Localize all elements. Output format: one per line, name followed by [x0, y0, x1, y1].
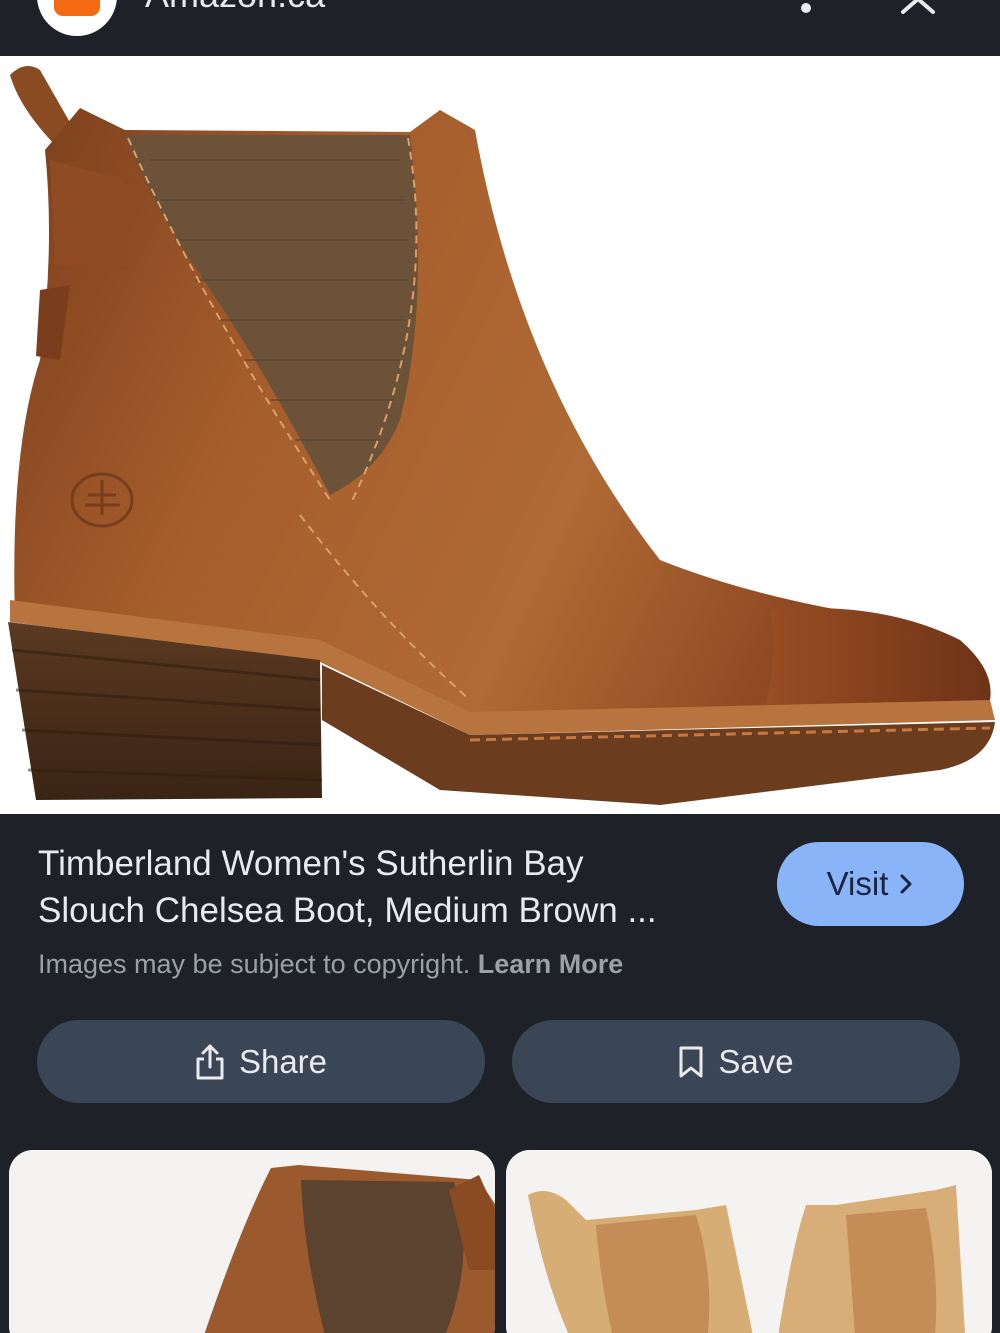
top-bar: Amazon.ca	[0, 0, 1000, 56]
product-image[interactable]	[0, 56, 1000, 814]
related-boot-image	[9, 1150, 495, 1333]
visit-label: Visit	[826, 865, 889, 902]
related-boot-image	[506, 1150, 992, 1333]
image-viewer: Amazon.ca	[0, 0, 1000, 1333]
share-icon	[195, 1043, 225, 1081]
boot-illustration	[0, 56, 1000, 814]
share-label: Share	[238, 1042, 328, 1080]
bookmark-icon	[678, 1045, 704, 1079]
result-title-line-1: Timberland Women's Sutherlin Bay	[38, 844, 584, 883]
result-title[interactable]: Timberland Women's Sutherlin Bay Slouch …	[38, 840, 738, 934]
share-button[interactable]: Share	[37, 1020, 485, 1103]
save-button[interactable]: Save	[512, 1020, 960, 1103]
learn-more-link[interactable]: Learn More	[478, 949, 624, 979]
visit-button[interactable]: Visit	[777, 842, 964, 926]
close-icon[interactable]	[897, 0, 939, 16]
amazon-favicon-icon	[54, 0, 100, 16]
save-label: Save	[718, 1042, 794, 1080]
chevron-right-icon	[900, 874, 912, 894]
copyright-notice: Images may be subject to copyright. Lear…	[38, 946, 623, 982]
site-favicon[interactable]	[37, 0, 117, 36]
site-name[interactable]: Amazon.ca	[145, 0, 325, 13]
result-title-line-2: Slouch Chelsea Boot, Medium Brown ...	[38, 891, 657, 930]
related-image-card[interactable]	[9, 1150, 495, 1333]
copyright-text: Images may be subject to copyright.	[38, 949, 471, 979]
more-vertical-icon[interactable]	[796, 0, 816, 20]
related-image-card[interactable]	[506, 1150, 992, 1333]
